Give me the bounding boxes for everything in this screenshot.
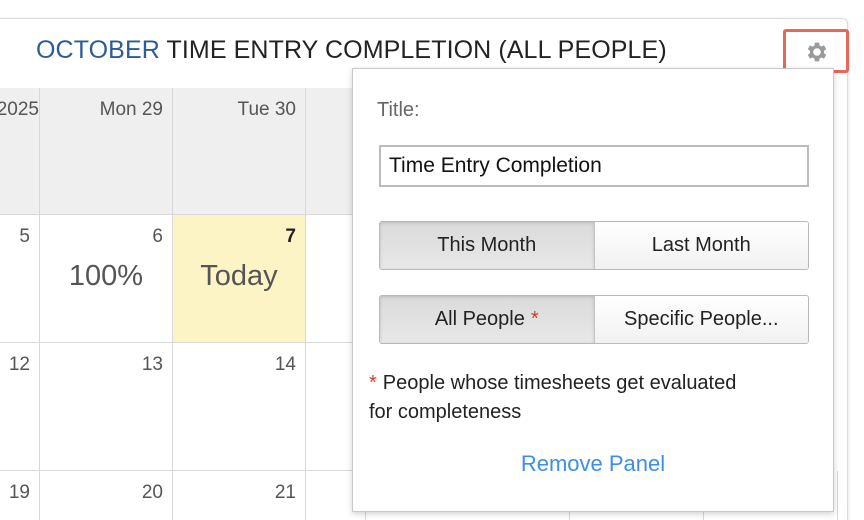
panel-title: OCTOBER TIME ENTRY COMPLETION (ALL PEOPL… — [36, 36, 667, 65]
day-number: 12 — [8, 354, 30, 375]
calendar-day-cell[interactable]: 21 — [173, 471, 306, 520]
calendar-today-cell[interactable]: 7 Today — [173, 215, 306, 343]
this-month-button[interactable]: This Month — [380, 222, 594, 269]
day-number: 5 — [19, 226, 30, 247]
gear-icon — [807, 42, 827, 62]
today-label: Today — [200, 260, 278, 292]
footnote-asterisk: * — [369, 372, 377, 394]
people-toggle: All People * Specific People... — [379, 295, 809, 344]
footnote-text: People whose timesheets get evaluated fo… — [369, 372, 737, 423]
calendar-header-cell: 2025 — [0, 88, 40, 215]
panel-settings-popover: Title: This Month Last Month All People … — [352, 68, 834, 512]
day-number: 7 — [285, 226, 296, 247]
date-range-toggle: This Month Last Month — [379, 221, 809, 270]
day-number: 20 — [141, 482, 163, 503]
day-number: 21 — [274, 482, 296, 503]
calendar-day-cell[interactable]: 6 100% — [40, 215, 173, 343]
title-label: Title: — [377, 99, 420, 121]
calendar-header-label: Mon 29 — [99, 99, 163, 120]
calendar-day-cell[interactable]: 14 — [173, 343, 306, 471]
day-number: 6 — [152, 226, 163, 247]
required-asterisk: * — [530, 308, 539, 330]
day-number: 14 — [274, 354, 296, 375]
calendar-day-cell[interactable]: 19 — [0, 471, 40, 520]
calendar-day-cell[interactable]: 5 — [0, 215, 40, 343]
calendar-day-cell[interactable]: 12 — [0, 343, 40, 471]
all-people-button[interactable]: All People * — [380, 296, 594, 343]
completion-value: 100% — [68, 260, 144, 292]
day-number: 13 — [141, 354, 163, 375]
calendar-header-cell: Mon 29 — [40, 88, 173, 215]
calendar-day-cell[interactable]: 13 — [40, 343, 173, 471]
calendar-header-label: Tue 30 — [237, 99, 296, 120]
panel-title-text: TIME ENTRY COMPLETION (ALL PEOPLE) — [166, 36, 667, 64]
panel-title-month: OCTOBER — [36, 36, 160, 64]
calendar-day-cell[interactable]: 20 — [40, 471, 173, 520]
settings-button[interactable] — [783, 29, 849, 73]
title-input[interactable] — [379, 145, 809, 187]
calendar-header-cell: Tue 30 — [173, 88, 306, 215]
day-number: 19 — [8, 482, 30, 503]
last-month-button[interactable]: Last Month — [593, 222, 808, 269]
calendar-header-label: 2025 — [0, 99, 39, 120]
all-people-label: All People — [434, 308, 525, 330]
people-footnote: * People whose timesheets get evaluated f… — [369, 369, 749, 427]
remove-panel-link[interactable]: Remove Panel — [353, 451, 833, 477]
specific-people-button[interactable]: Specific People... — [593, 296, 808, 343]
